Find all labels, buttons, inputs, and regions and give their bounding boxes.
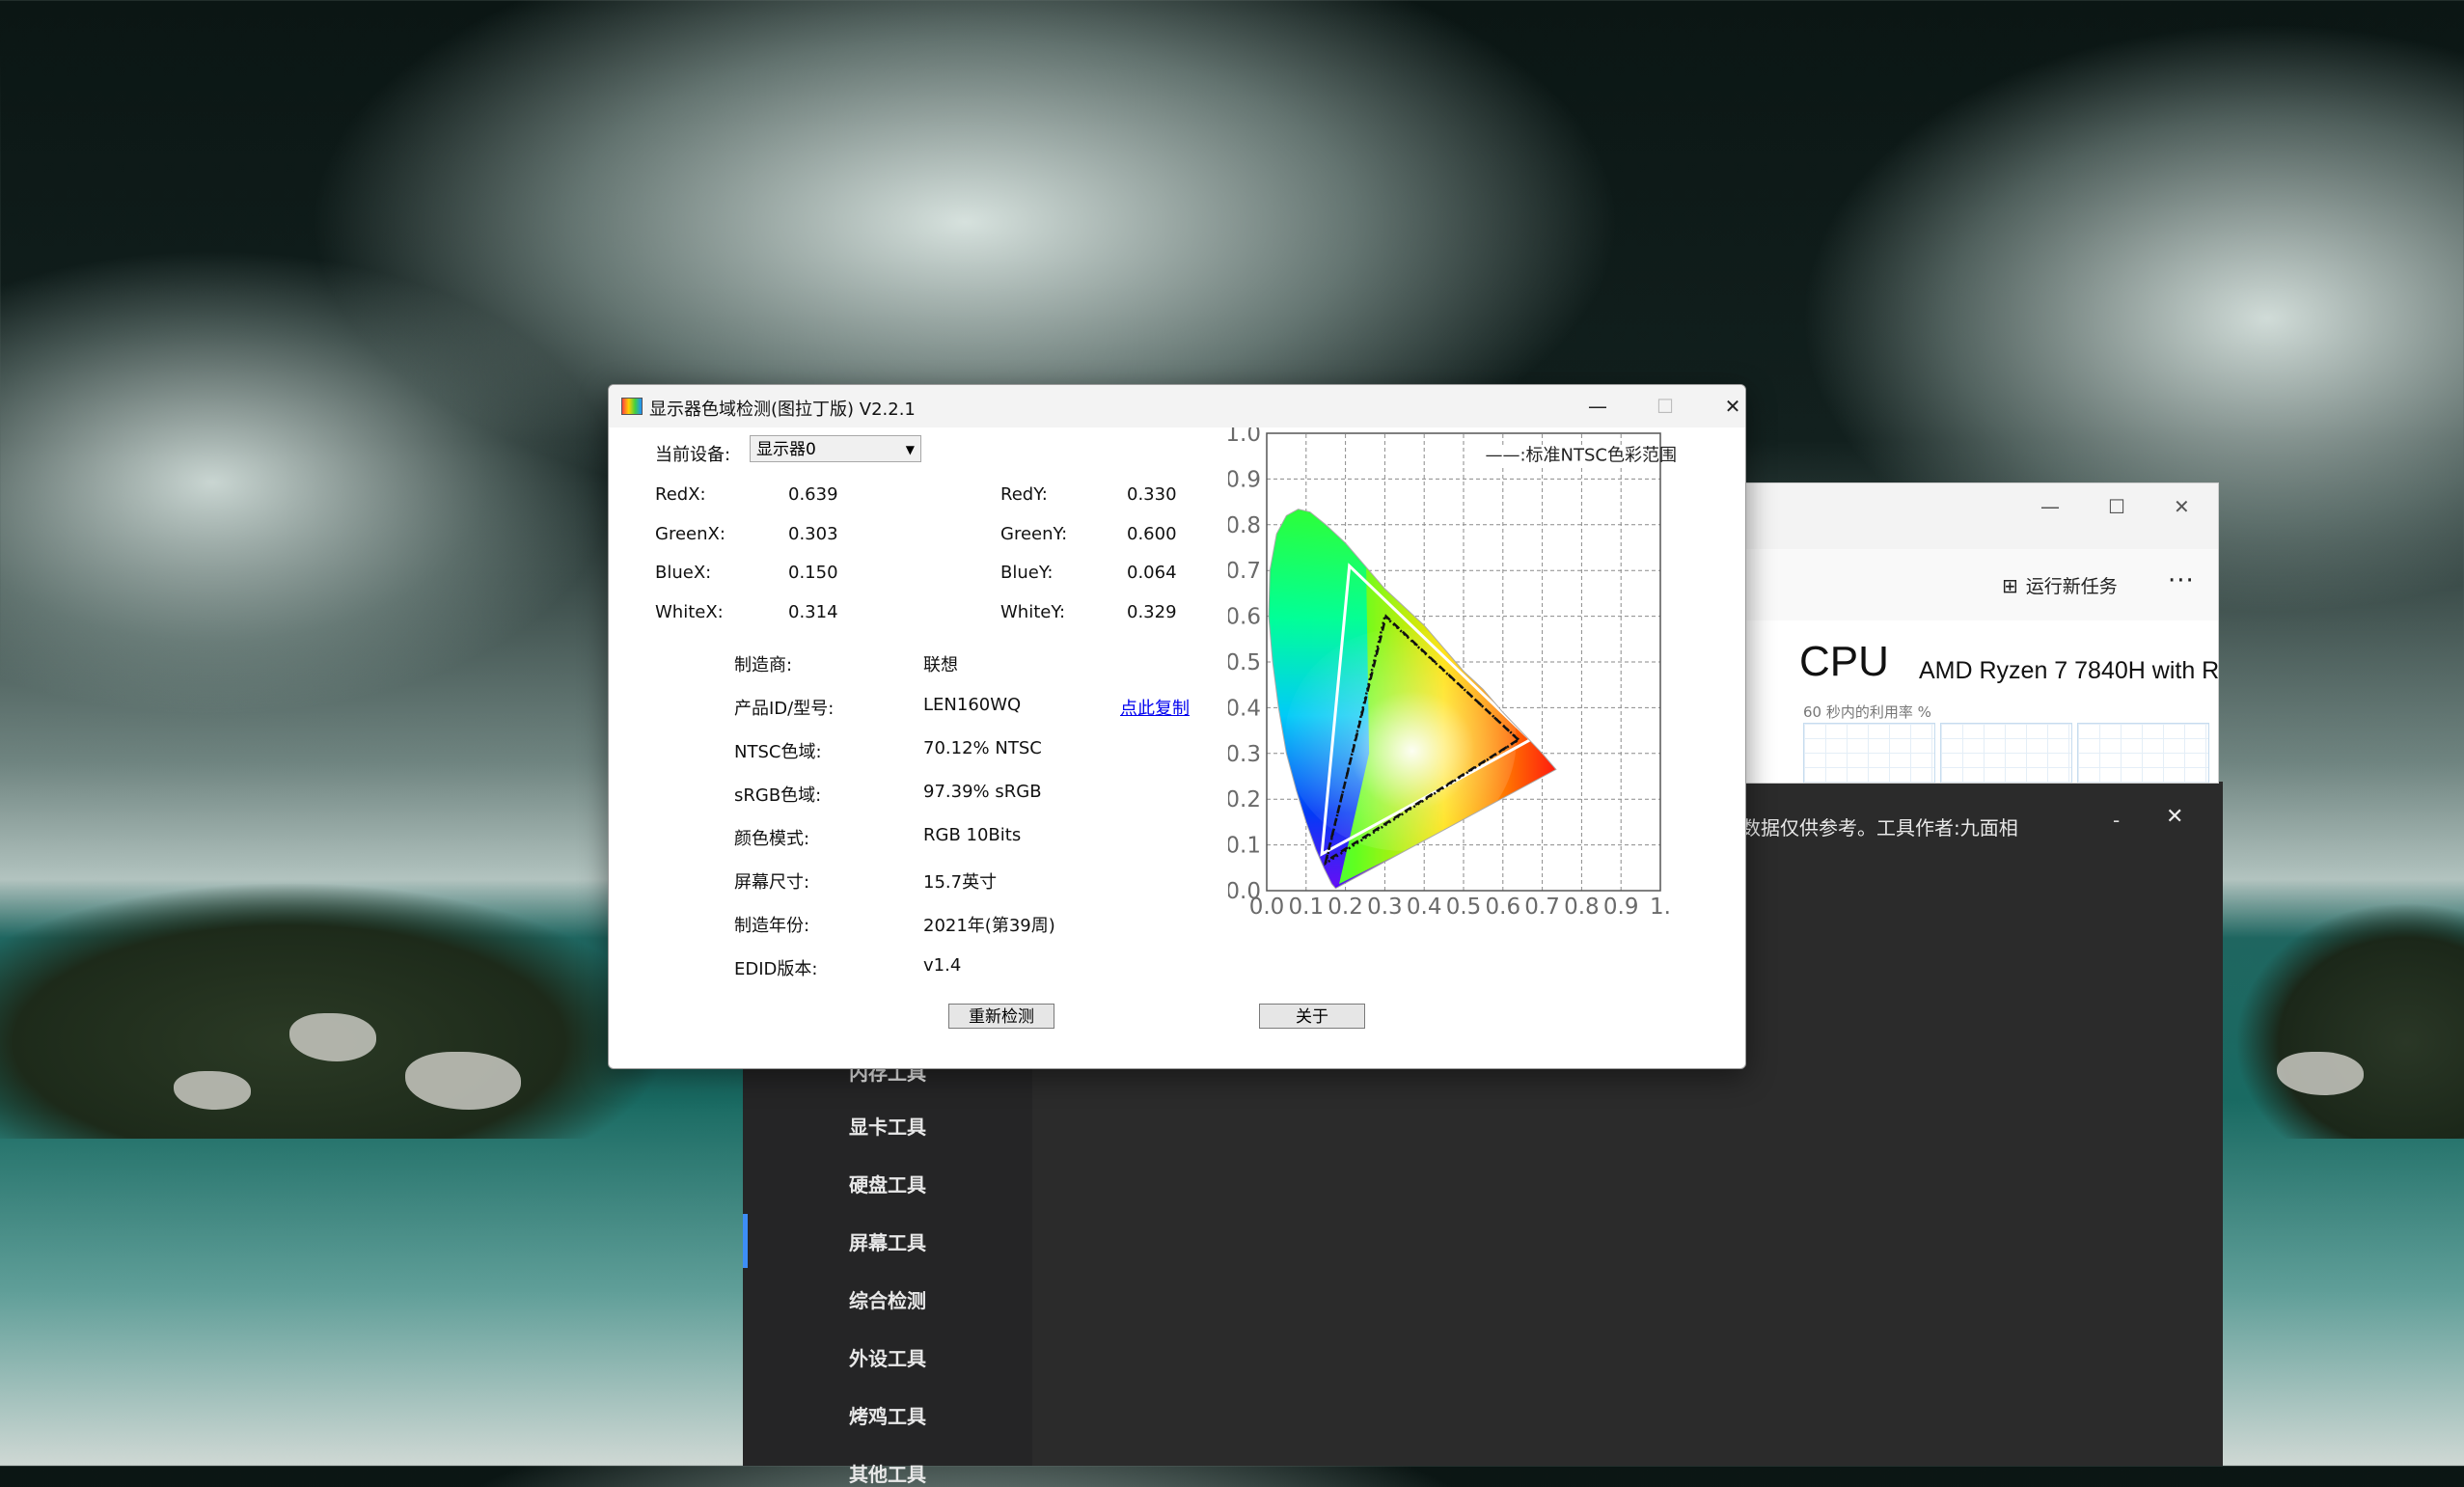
y-tick-label: 0.3 — [1228, 742, 1261, 767]
y-tick-label: 0.7 — [1228, 559, 1261, 584]
coord-value: 0.639 — [788, 484, 838, 505]
y-tick-label: 0.8 — [1228, 513, 1261, 538]
y-tick-label: 1.0 — [1228, 427, 1261, 447]
y-tick-label: 0.9 — [1228, 467, 1261, 492]
task-manager-toolbar: ⊞ 运行新任务 ··· — [1743, 549, 2218, 620]
info-value: v1.4 — [923, 955, 962, 976]
coord-label: RedY: — [1000, 484, 1048, 505]
coord-label: GreenX: — [655, 524, 726, 544]
run-new-task-button[interactable]: ⊞ 运行新任务 — [2002, 572, 2118, 598]
x-tick-label: 0.5 — [1446, 895, 1482, 920]
color-gamut-window: 显示器色域检测(图拉丁版) V2.2.1 — ☐ ✕ 当前设备: 显示器0 ▼ … — [608, 384, 1746, 1069]
run-task-label: 运行新任务 — [2025, 576, 2118, 597]
info-value: 15.7英寸 — [923, 872, 998, 893]
y-tick-label: 0.4 — [1228, 696, 1261, 721]
coord-value: 0.150 — [788, 563, 838, 583]
close-button[interactable]: ✕ — [1711, 391, 1745, 422]
cpu-model: AMD Ryzen 7 7840H with R — [1919, 657, 2219, 684]
chevron-down-icon: ▼ — [905, 443, 915, 456]
nav-item-overall[interactable]: 综合检测 — [849, 1285, 926, 1313]
cie-chromaticity-chart: 0.0 0.1 0.2 0.3 0.4 0.5 0.6 0.7 0.8 0.9 1.0.00.10.… — [1228, 427, 1677, 920]
info-value: 联想 — [923, 655, 958, 675]
x-tick-label: 0.9 — [1603, 895, 1639, 920]
coord-value: 0.330 — [1127, 484, 1177, 505]
info-value: LEN160WQ — [923, 695, 1022, 715]
device-select-value: 显示器0 — [756, 440, 816, 459]
cpu-core-graph — [2077, 723, 2209, 783]
x-tick-label: 0.3 — [1367, 895, 1403, 920]
info-label: 制造年份: — [734, 916, 810, 936]
app-icon — [621, 398, 643, 415]
coord-value: 0.314 — [788, 602, 838, 622]
x-tick-label: 1. — [1650, 895, 1671, 920]
coord-value: 0.329 — [1127, 602, 1177, 622]
minimize-button[interactable]: — — [1575, 391, 1620, 422]
info-value: 70.12% NTSC — [923, 738, 1042, 758]
cpu-title: CPU — [1799, 638, 1889, 685]
task-manager-window: — ☐ ✕ ⊞ 运行新任务 ··· CPU AMD Ryzen 7 7840H … — [1742, 482, 2219, 784]
nav-item-other[interactable]: 其他工具 — [849, 1459, 926, 1487]
coord-label: GreenY: — [1000, 524, 1068, 544]
coord-label: BlueY: — [1000, 563, 1054, 583]
spectral-locus-fill — [1269, 509, 1556, 889]
device-label: 当前设备: — [655, 445, 731, 465]
x-tick-label: 0.1 — [1289, 895, 1325, 920]
coord-label: WhiteY: — [1000, 602, 1066, 622]
x-tick-label: 0.7 — [1524, 895, 1560, 920]
run-task-icon: ⊞ — [2002, 573, 2018, 597]
maximize-button[interactable]: ☐ — [1643, 391, 1687, 422]
coord-label: RedX: — [655, 484, 706, 505]
info-value: RGB 10Bits — [923, 825, 1022, 845]
close-button[interactable]: ✕ — [2174, 495, 2190, 518]
close-button[interactable]: ✕ — [2166, 805, 2183, 829]
x-tick-label: 0.8 — [1564, 895, 1600, 920]
y-tick-label: 0.1 — [1228, 834, 1261, 859]
utilization-label: 60 秒内的利用率 % — [1803, 703, 1931, 721]
nav-item-stress[interactable]: 烤鸡工具 — [849, 1401, 926, 1429]
coord-label: BlueX: — [655, 563, 712, 583]
legend-entry: ——:标准NTSC色彩范围 — [1485, 445, 1677, 465]
y-tick-label: 0.2 — [1228, 787, 1261, 812]
nav-item-disk[interactable]: 硬盘工具 — [849, 1170, 926, 1198]
island-right — [2213, 888, 2464, 1139]
tool-header-text: 数据仅供参考。工具作者:九面相 — [1741, 816, 2018, 840]
x-tick-label: 0.2 — [1328, 895, 1363, 920]
x-tick-label: 0.4 — [1407, 895, 1442, 920]
coord-value: 0.064 — [1127, 563, 1177, 583]
nav-item-peripheral[interactable]: 外设工具 — [849, 1343, 926, 1371]
device-select[interactable]: 显示器0 ▼ — [750, 435, 921, 462]
coord-value: 0.600 — [1127, 524, 1177, 544]
coord-value: 0.303 — [788, 524, 838, 544]
info-label: 产品ID/型号: — [734, 699, 835, 719]
redetect-button[interactable]: 重新检测 — [948, 1004, 1054, 1029]
about-button[interactable]: 关于 — [1259, 1004, 1365, 1029]
title-bar[interactable]: 显示器色域检测(图拉丁版) V2.2.1 — ☐ ✕ — [609, 385, 1745, 427]
window-title: 显示器色域检测(图拉丁版) V2.2.1 — [649, 399, 916, 420]
cpu-core-graph — [1803, 723, 1935, 783]
info-label: 屏幕尺寸: — [734, 872, 810, 893]
minimize-button[interactable]: — — [2040, 495, 2060, 518]
copy-link[interactable]: 点此复制 — [1120, 695, 1190, 720]
white-point-glow — [1284, 628, 1517, 851]
y-tick-label: 0.6 — [1228, 605, 1261, 630]
info-value: 97.39% sRGB — [923, 782, 1042, 802]
info-label: 制造商: — [734, 655, 793, 675]
nav-item-screen[interactable]: 屏幕工具 — [849, 1227, 926, 1255]
x-tick-label: 0.6 — [1486, 895, 1521, 920]
cpu-performance-panel: CPU AMD Ryzen 7 7840H with R 60 秒内的利用率 % — [1743, 620, 2218, 783]
coord-label: WhiteX: — [655, 602, 724, 622]
minimize-button[interactable]: ‐ — [2113, 809, 2120, 832]
more-options-button[interactable]: ··· — [2168, 566, 2195, 595]
maximize-button[interactable]: ☐ — [2108, 495, 2125, 518]
nav-item-gpu[interactable]: 显卡工具 — [849, 1112, 926, 1140]
info-value: 2021年(第39周) — [923, 916, 1055, 936]
info-label: 颜色模式: — [734, 829, 810, 849]
info-label: NTSC色域: — [734, 742, 822, 762]
y-tick-label: 0.0 — [1228, 879, 1261, 904]
cpu-core-graph — [1940, 723, 2072, 783]
info-label: sRGB色域: — [734, 785, 822, 806]
y-tick-label: 0.5 — [1228, 650, 1261, 675]
nav-active-indicator — [743, 1214, 748, 1268]
info-label: EDID版本: — [734, 959, 818, 979]
